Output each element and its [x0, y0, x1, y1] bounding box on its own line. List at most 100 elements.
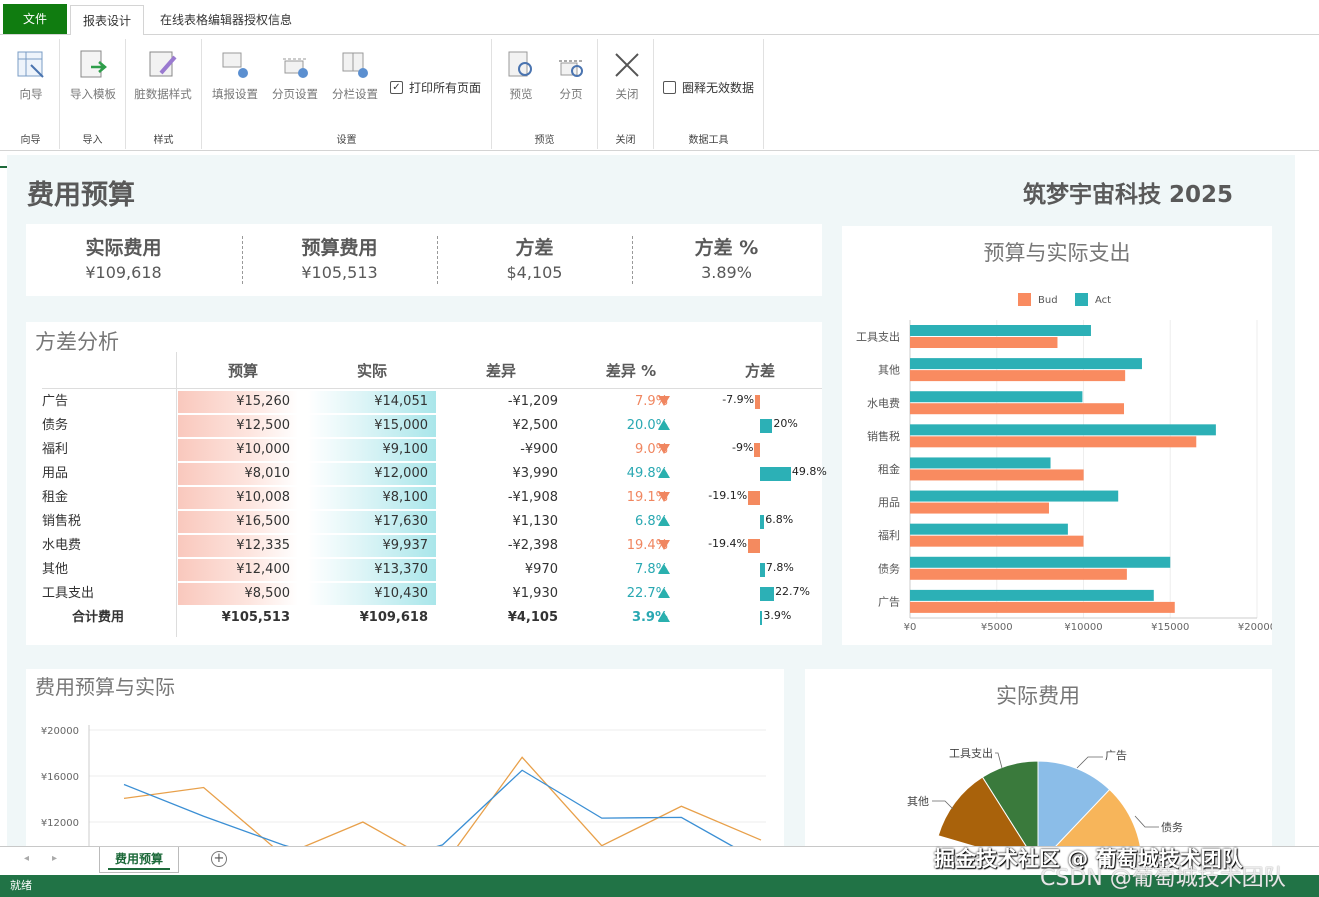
actual-expense-pie-chart: 实际费用广告债务 工具支出其他 [907, 684, 1183, 867]
x-tick-label: ¥10000 [1064, 622, 1102, 633]
bar-act [910, 589, 1154, 601]
variance-bar-label: -9% [732, 441, 754, 454]
column-settings-button[interactable]: 分栏设置 [326, 49, 384, 102]
report-title: 费用预算 [27, 180, 135, 211]
group-import: 导入模板 导入 [60, 39, 126, 149]
tab-license-info[interactable]: 在线表格编辑器授权信息 [148, 5, 304, 35]
table-row: 广告 ¥15,260 ¥14,051 -¥1,209 7.9% -7.9% [36, 391, 826, 415]
dirty-style-label: 脏数据样式 [134, 87, 192, 101]
legend-label: Act [1095, 295, 1111, 306]
row-budget: ¥15,260 [178, 391, 298, 413]
print-all-pages-checkbox[interactable]: ✓ 打印所有页面 [390, 79, 481, 96]
bar-bud [910, 535, 1084, 547]
row-diff: -¥900 [520, 442, 558, 457]
row-name: 广告 [42, 394, 69, 409]
kpi-variance: 方差 $4,105 [437, 234, 632, 284]
y-tick-label: 广告 [878, 595, 900, 608]
variance-bar [754, 443, 760, 457]
scroll-left-icon[interactable]: ◂ [24, 853, 29, 864]
y-tick-label: ¥16000 [41, 772, 79, 783]
sheet-area[interactable]: 费用预算 筑梦宇宙科技 2025 实际费用 ¥109,618 预算费用 ¥105,5… [0, 152, 1319, 869]
bar-act [910, 523, 1068, 535]
group-style: 脏数据样式 样式 [126, 39, 202, 149]
group-wizard: 向导 向导 [2, 39, 60, 149]
slice-label: 其他 [907, 795, 929, 808]
kpi-value: $4,105 [506, 263, 563, 282]
kpi-value: ¥105,513 [301, 263, 378, 282]
preview-label: 预览 [509, 87, 533, 101]
bar-act [910, 325, 1091, 336]
triangle-down-icon [658, 444, 670, 454]
y-tick-label: ¥20000 [41, 726, 79, 737]
kpi-budget: 预算费用 ¥105,513 [242, 234, 437, 284]
row-actual: ¥9,100 [308, 439, 436, 461]
row-diff: ¥1,130 [512, 514, 559, 529]
row-actual: ¥9,937 [308, 535, 436, 557]
kpi-label: 实际费用 [85, 237, 162, 259]
close-button[interactable]: 关闭 [598, 49, 656, 102]
row-actual: ¥13,370 [308, 559, 436, 581]
row-budget: ¥12,400 [178, 559, 298, 581]
variance-bar-label: 3.9% [763, 609, 792, 622]
import-template-button[interactable]: 导入模板 [64, 49, 122, 102]
table-row: 销售税 ¥16,500 ¥17,630 ¥1,130 6.8% 6.8% [36, 511, 826, 535]
row-actual: ¥12,000 [308, 463, 436, 485]
kpi-actual: 实际费用 ¥109,618 [26, 234, 221, 284]
page-settings-button[interactable]: 分页设置 [266, 49, 324, 102]
variance-bar-label: -19.1% [708, 489, 748, 502]
tab-file[interactable]: 文件 [3, 4, 68, 34]
group-preview: 预览 分页 预览 [492, 39, 598, 149]
leader-line [1134, 815, 1159, 828]
wizard-button[interactable]: 向导 [2, 49, 60, 102]
row-actual: ¥10,430 [308, 583, 436, 605]
row-diff: -¥1,908 [507, 490, 558, 505]
wizard-label: 向导 [19, 87, 43, 101]
paint-brush-icon [149, 51, 177, 77]
close-label: 关闭 [615, 87, 639, 101]
legend-swatch [1075, 293, 1088, 306]
paging-button[interactable]: 分页 [542, 49, 600, 102]
chart-title: 费用预算与实际 [35, 675, 175, 699]
row-name: 租金 [42, 490, 69, 505]
group-data-tools: 圈释无效数据 数据工具 [654, 39, 764, 149]
row-name: 合计费用 [72, 610, 125, 625]
row-budget: ¥105,513 [221, 610, 290, 625]
kpi-value: ¥109,618 [85, 263, 162, 282]
tab-report-design[interactable]: 报表设计 [70, 5, 145, 36]
variance-analysis-card: 方差分析 预算 实际 差异 差异 % 方差 广告 ¥15,260 ¥14,051 -¥… [26, 322, 827, 645]
dirty-data-style-button[interactable]: 脏数据样式 [134, 49, 192, 102]
triangle-up-icon [658, 588, 670, 598]
close-icon [615, 53, 639, 77]
row-diff: -¥1,209 [507, 394, 558, 409]
row-diff: ¥2,500 [512, 418, 559, 433]
page-settings-icon [283, 58, 308, 78]
scroll-right-icon[interactable]: ▸ [52, 853, 57, 864]
header-budget: 预算 [227, 362, 258, 380]
circle-invalid-data-checkbox[interactable]: 圈释无效数据 [663, 79, 754, 96]
import-label: 导入模板 [70, 87, 116, 101]
row-actual: ¥8,100 [308, 487, 436, 509]
x-tick-label: ¥0 [904, 622, 917, 633]
bar-bud [910, 370, 1126, 382]
kpi-label: 预算费用 [301, 237, 378, 259]
ribbon: 向导 向导 导入模板 导入 脏数据样式 样式 填报设置 分页设置 分栏设置 ✓ … [0, 35, 1319, 151]
triangle-down-icon [658, 492, 670, 502]
row-name: 其他 [42, 562, 69, 577]
table-row: 用品 ¥8,010 ¥12,000 ¥3,990 49.8% 49.8% [36, 463, 827, 487]
leader-line [1076, 756, 1103, 769]
wizard-icon [17, 51, 44, 78]
bar-bud [910, 502, 1049, 514]
leader-line [932, 800, 954, 810]
add-sheet-icon[interactable]: + [211, 851, 227, 867]
group-label-settings: 设置 [336, 135, 357, 146]
row-budget: ¥8,010 [178, 463, 298, 485]
variance-bar [755, 395, 760, 409]
sheet-tab-budget[interactable]: 费用预算 [99, 847, 179, 873]
fill-settings-button[interactable]: 填报设置 [206, 49, 264, 102]
triangle-down-icon [658, 540, 670, 550]
fill-settings-label: 填报设置 [212, 87, 258, 101]
kpi-value: 3.89% [701, 263, 752, 282]
bar-act [910, 391, 1083, 403]
x-tick-label: ¥15000 [1151, 622, 1189, 633]
y-tick-label: 工具支出 [856, 330, 900, 344]
